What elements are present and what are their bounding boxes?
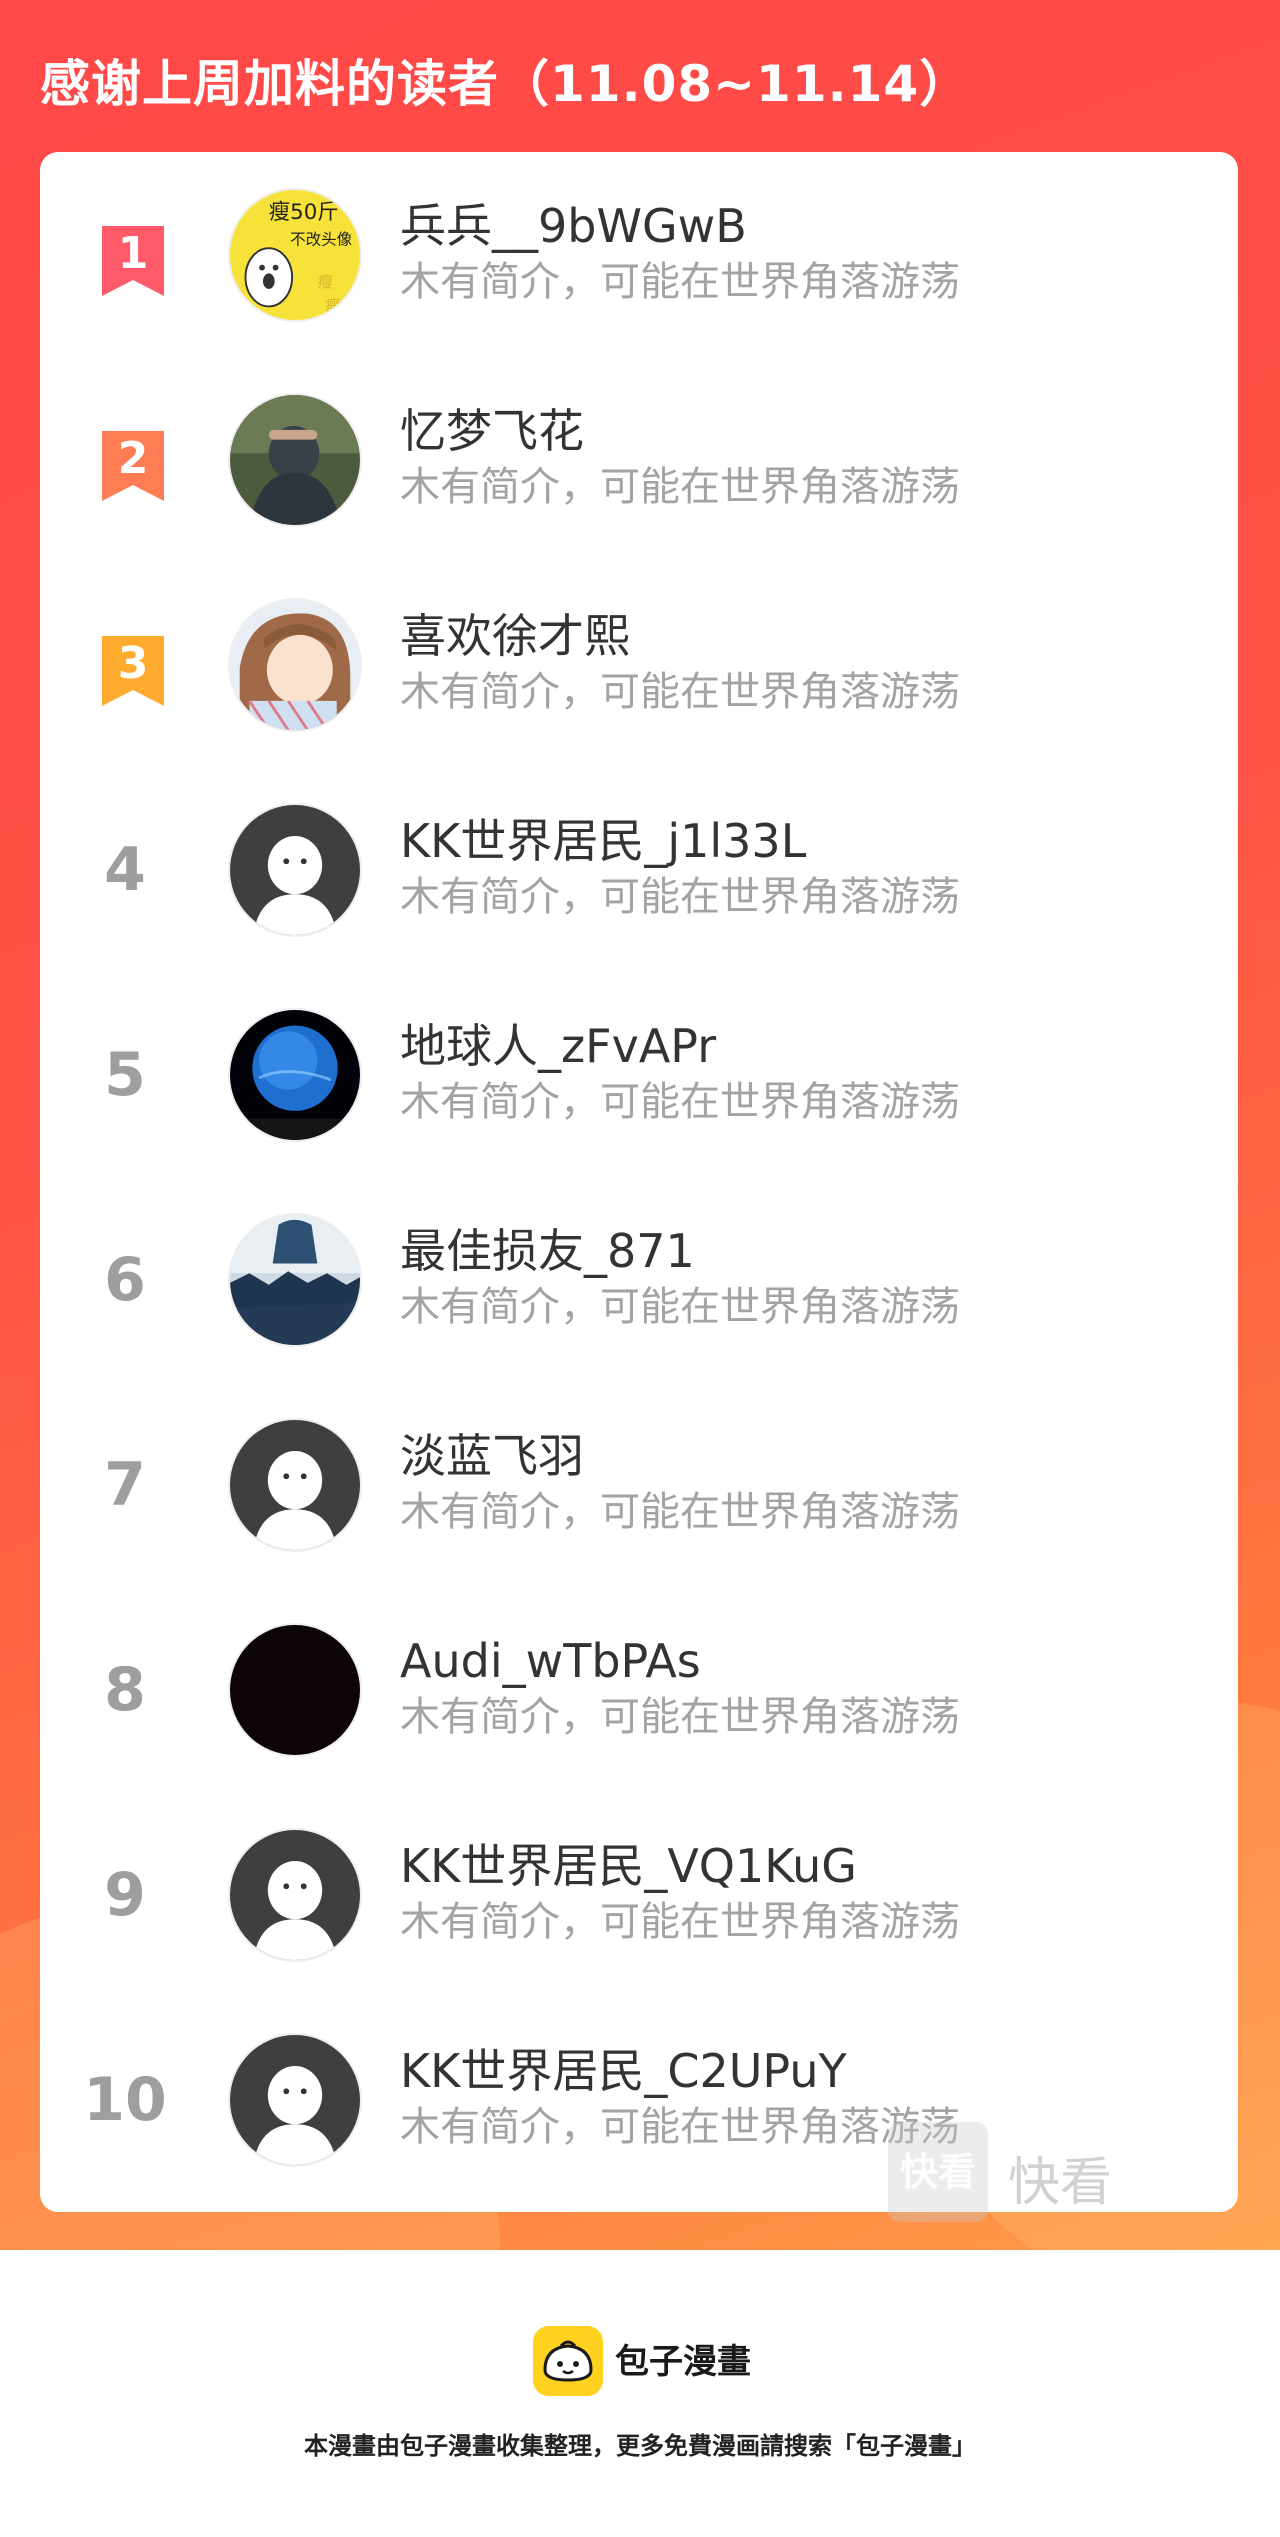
rank-number: 4 xyxy=(104,835,146,905)
reader-row[interactable]: 4 KK世界居民_j1l33L 木有简介，可能在世界角落游荡 xyxy=(40,767,1238,972)
reader-name[interactable]: 喜欢徐才熙 xyxy=(400,608,630,664)
reader-bio: 木有简介，可能在世界角落游荡 xyxy=(400,1284,960,1330)
reader-name[interactable]: KK世界居民_j1l33L xyxy=(400,813,806,869)
reader-bio: 木有简介，可能在世界角落游荡 xyxy=(400,874,960,920)
reader-bio: 木有简介，可能在世界角落游荡 xyxy=(400,1899,960,1945)
rank-number: 10 xyxy=(83,2065,167,2135)
rank-number: 1 xyxy=(117,228,149,279)
rank-ribbon-icon: 1 xyxy=(98,224,168,298)
black-avatar[interactable] xyxy=(228,1623,362,1757)
rank-number: 9 xyxy=(104,1860,146,1930)
reader-name[interactable]: 淡蓝飞羽 xyxy=(400,1428,584,1484)
reader-row[interactable]: 9 KK世界居民_VQ1KuG 木有简介，可能在世界角落游荡 xyxy=(40,1792,1238,1997)
photo-avatar[interactable] xyxy=(228,393,362,527)
bun-logo-icon xyxy=(533,2326,603,2396)
svg-text:不改头像: 不改头像 xyxy=(290,230,353,248)
reader-bio: 木有简介，可能在世界角落游荡 xyxy=(400,1694,960,1740)
rank-ribbon-icon: 3 xyxy=(98,634,168,708)
rank-ribbon-icon: 2 xyxy=(98,429,168,503)
rank-number: 3 xyxy=(117,638,149,689)
reader-name[interactable]: 地球人_zFvAPr xyxy=(400,1018,716,1074)
anime-avatar[interactable] xyxy=(228,598,362,732)
reader-name[interactable]: KK世界居民_C2UPuY xyxy=(400,2043,847,2099)
default-avatar[interactable] xyxy=(228,803,362,937)
default-avatar[interactable] xyxy=(228,2033,362,2167)
reader-row[interactable]: 6 最佳损友_871 木有简介，可能在世界角落游荡 xyxy=(40,1177,1238,1382)
svg-text:瘦: 瘦 xyxy=(325,296,341,314)
reader-name[interactable]: KK世界居民_VQ1KuG xyxy=(400,1838,857,1894)
watermark-text: 快看 xyxy=(1008,2153,1113,2213)
footer: 包子漫畫 本漫畫由包子漫畫收集整理，更多免費漫画請搜索「包子漫畫」 xyxy=(0,2250,1280,2537)
rank-number: 6 xyxy=(104,1245,146,1315)
reader-list-card: 1 瘦50斤 不改头像 瘦 瘦 兵兵__9bWGwB 木有简介，可能在世界角落游… xyxy=(40,152,1238,2212)
reader-row[interactable]: 5 地球人_zFvAPr 木有简介，可能在世界角落游荡 xyxy=(40,972,1238,1177)
svg-text:瘦50斤: 瘦50斤 xyxy=(269,200,339,225)
page-title: 感谢上周加料的读者（11.08~11.14） xyxy=(40,55,971,113)
default-avatar[interactable] xyxy=(228,1418,362,1552)
watermark: 快看 快看 xyxy=(888,2122,1158,2222)
crowd-avatar[interactable] xyxy=(228,1213,362,1347)
reader-row[interactable]: 1 瘦50斤 不改头像 瘦 瘦 兵兵__9bWGwB 木有简介，可能在世界角落游… xyxy=(40,152,1238,357)
reader-name[interactable]: Audi_wTbPAs xyxy=(400,1633,701,1689)
reader-name[interactable]: 最佳损友_871 xyxy=(400,1223,695,1279)
planet-avatar[interactable] xyxy=(228,1008,362,1142)
reader-name[interactable]: 忆梦飞花 xyxy=(400,403,584,459)
reader-row[interactable]: 7 淡蓝飞羽 木有简介，可能在世界角落游荡 xyxy=(40,1382,1238,1587)
reader-bio: 木有简介，可能在世界角落游荡 xyxy=(400,669,960,715)
reader-bio: 木有简介，可能在世界角落游荡 xyxy=(400,1079,960,1125)
brand-name: 包子漫畫 xyxy=(615,2342,751,2382)
meme-avatar[interactable]: 瘦50斤 不改头像 瘦 瘦 xyxy=(228,188,362,322)
reader-row[interactable]: 2 忆梦飞花 木有简介，可能在世界角落游荡 xyxy=(40,357,1238,562)
reader-row[interactable]: 8 Audi_wTbPAs 木有简介，可能在世界角落游荡 xyxy=(40,1587,1238,1792)
reader-bio: 木有简介，可能在世界角落游荡 xyxy=(400,464,960,510)
reader-bio: 木有简介，可能在世界角落游荡 xyxy=(400,259,960,305)
footer-note: 本漫畫由包子漫畫收集整理，更多免費漫画請搜索「包子漫畫」 xyxy=(304,2432,976,2460)
reader-bio: 木有简介，可能在世界角落游荡 xyxy=(400,2104,960,2150)
reader-name[interactable]: 兵兵__9bWGwB xyxy=(400,198,747,254)
rank-number: 5 xyxy=(104,1040,146,1110)
ranking-banner: 感谢上周加料的读者（11.08~11.14） 1 瘦50斤 不改头像 瘦 瘦 兵… xyxy=(0,0,1280,2250)
default-avatar[interactable] xyxy=(228,1828,362,1962)
rank-number: 8 xyxy=(104,1655,146,1725)
reader-row[interactable]: 3 喜欢徐才熙 木有简介，可能在世界角落游荡 xyxy=(40,562,1238,767)
reader-bio: 木有简介，可能在世界角落游荡 xyxy=(400,1489,960,1535)
rank-number: 7 xyxy=(104,1450,146,1520)
watermark-logo-icon: 快看 xyxy=(888,2122,988,2222)
svg-text:瘦: 瘦 xyxy=(317,273,333,291)
rank-number: 2 xyxy=(117,433,149,484)
